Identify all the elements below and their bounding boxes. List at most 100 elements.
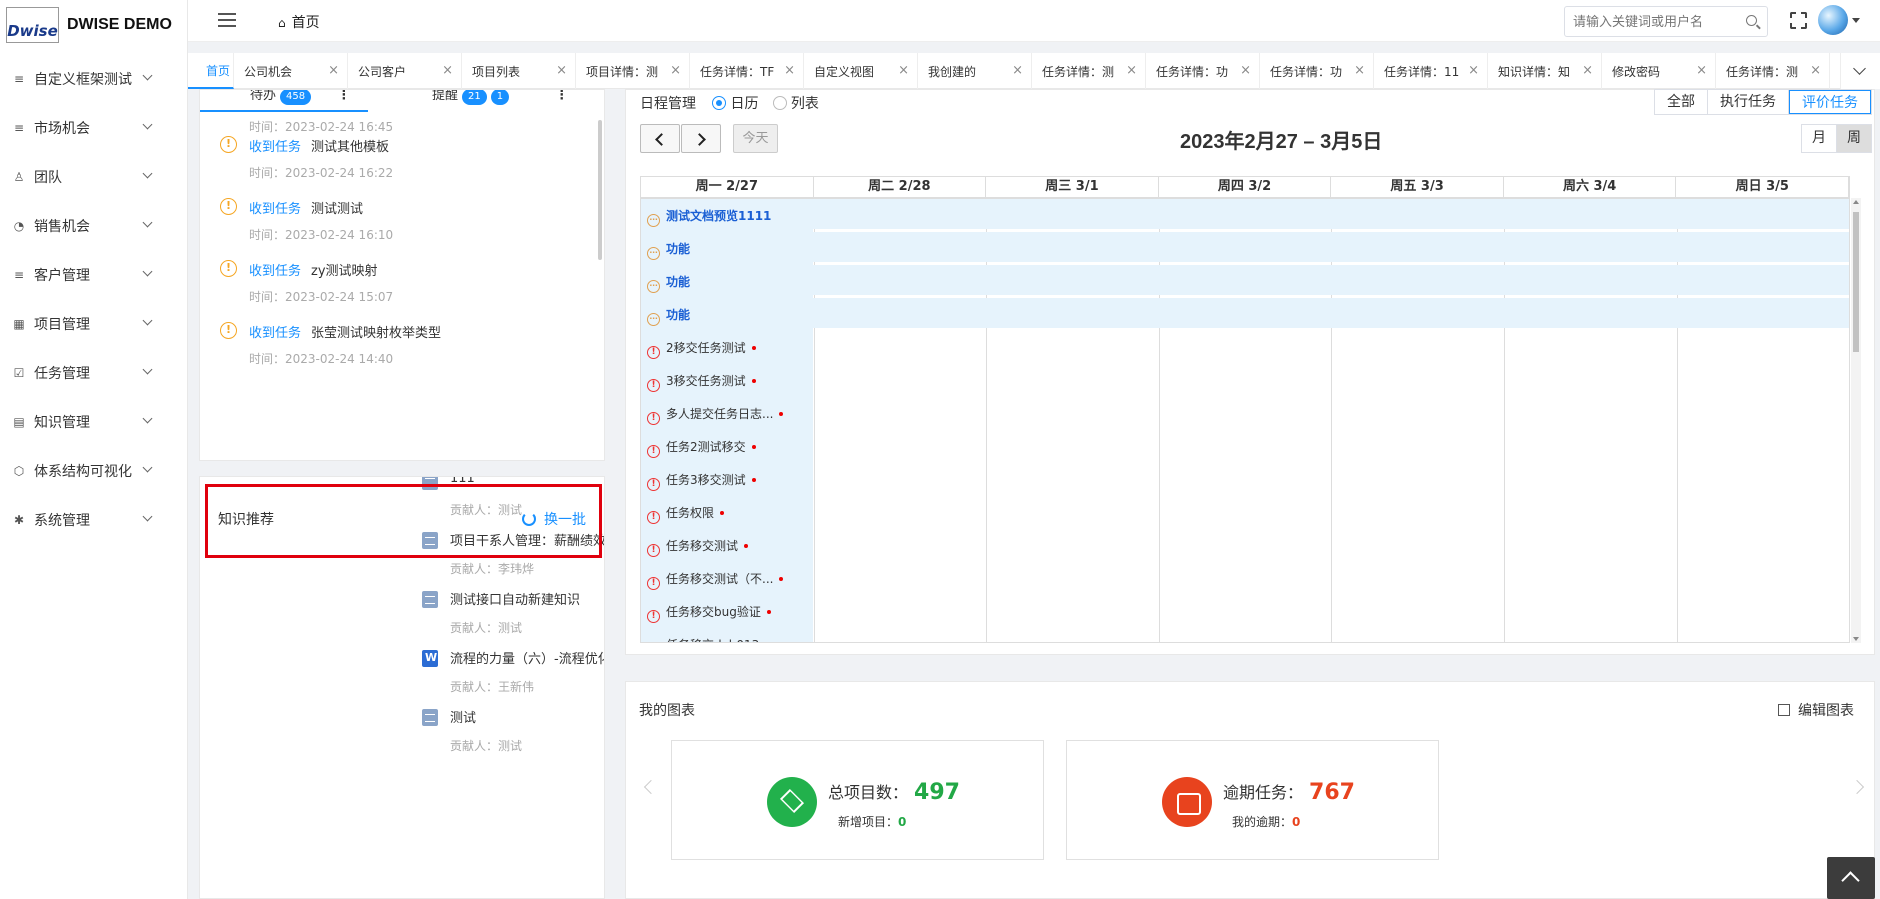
today-button[interactable]: 今天 <box>733 124 778 153</box>
tab[interactable]: 任务详情：测 × <box>1716 53 1830 89</box>
red-dot-icon <box>751 478 756 482</box>
calendar-event[interactable]: ⋯ 功能 <box>647 273 690 293</box>
close-icon[interactable]: × <box>442 63 453 78</box>
sidebar-item[interactable]: ≡ 客户管理 <box>0 250 187 299</box>
tab[interactable]: 首页 <box>188 53 234 89</box>
close-icon[interactable]: × <box>1468 63 1479 78</box>
tab[interactable]: 修改密码 × <box>1602 53 1716 89</box>
stat-total-projects[interactable]: 总项目数： 497 新增项目：0 <box>671 740 1044 860</box>
close-icon[interactable]: × <box>1012 63 1023 78</box>
doc-icon <box>422 709 438 726</box>
calendar-event[interactable]: ⋯ 功能 <box>647 306 690 326</box>
filter-evaluate[interactable]: 评价任务 <box>1789 90 1871 114</box>
scroll-thumb[interactable] <box>1853 212 1859 352</box>
calendar-event[interactable]: ! 任务移交bug验证 <box>647 603 771 623</box>
scroll-down-icon[interactable] <box>1853 637 1859 641</box>
knowledge-item-title[interactable]: 流程的力量（六）-流程优化背后的管理理念 <box>450 648 604 667</box>
edit-chart-button[interactable]: 编辑图表 <box>1778 700 1854 720</box>
tab[interactable]: 项目列表 × <box>462 53 576 89</box>
fullscreen-icon[interactable] <box>1790 12 1807 29</box>
tab-remind[interactable]: 提醒 21 1 ⋮ <box>432 90 568 105</box>
close-icon[interactable]: × <box>1126 63 1137 78</box>
edit-chart-label: 编辑图表 <box>1798 703 1854 719</box>
close-icon[interactable]: × <box>328 63 339 78</box>
scroll-up-icon[interactable] <box>1853 200 1859 204</box>
search-icon[interactable] <box>1746 15 1757 26</box>
calendar-event[interactable]: ! 任务权限 <box>647 504 725 524</box>
filter-all[interactable]: 全部 <box>1655 90 1708 114</box>
tab[interactable]: 公司机会 × <box>234 53 348 89</box>
sidebar-item[interactable]: ≡ 自定义框架测试 <box>0 54 187 103</box>
tab-todo[interactable]: 待办 458 ⋮ <box>250 90 350 105</box>
calendar-event[interactable]: ⋯ 测试文档预览1111 <box>647 207 771 227</box>
tab[interactable]: 项目详情：测 × <box>576 53 690 89</box>
caret-down-icon[interactable] <box>1852 18 1860 23</box>
close-icon[interactable]: × <box>670 63 681 78</box>
todo-kind[interactable]: 收到任务 <box>249 322 301 341</box>
todo-kind[interactable]: 收到任务 <box>249 260 301 279</box>
calendar-event[interactable]: ! 任务移交测试 <box>647 537 749 557</box>
search-input[interactable] <box>1565 7 1725 36</box>
close-icon[interactable]: × <box>784 63 795 78</box>
sidebar-item[interactable]: ▤ 知识管理 <box>0 397 187 446</box>
close-icon[interactable]: × <box>1810 63 1821 78</box>
tab[interactable]: 任务详情：功 × <box>1146 53 1260 89</box>
close-icon[interactable]: × <box>1696 63 1707 78</box>
knowledge-item-title[interactable]: 测试 <box>450 707 476 726</box>
more-icon[interactable]: ⋮ <box>555 90 568 103</box>
scrollbar[interactable] <box>598 120 602 260</box>
tab[interactable]: 任务详情：TF × <box>690 53 804 89</box>
todo-kind[interactable]: 收到任务 <box>249 136 301 155</box>
filter-execute[interactable]: 执行任务 <box>1708 90 1789 114</box>
calendar-scrollbar[interactable] <box>1851 198 1861 643</box>
view-month[interactable]: 月 <box>1802 125 1837 152</box>
sidebar-item[interactable]: ▦ 项目管理 <box>0 299 187 348</box>
tab[interactable]: 任务详情：功 × <box>1260 53 1374 89</box>
back-to-top-button[interactable] <box>1827 857 1875 899</box>
tab[interactable]: 任务详情：测 × <box>1032 53 1146 89</box>
close-icon[interactable]: × <box>1354 63 1365 78</box>
tab[interactable]: 知识详情：知 × <box>1488 53 1602 89</box>
more-icon[interactable]: ⋮ <box>337 90 350 103</box>
knowledge-item-title[interactable]: 测试接口自动新建知识 <box>450 589 580 608</box>
calendar-event[interactable]: ! 多人提交任务日志... <box>647 405 784 425</box>
todo-kind[interactable]: 收到任务 <box>249 198 301 217</box>
menu-toggle-icon[interactable] <box>218 13 236 27</box>
stat-overdue-tasks[interactable]: 逾期任务： 767 我的逾期：0 <box>1066 740 1439 860</box>
tab[interactable]: 自定义视图 × <box>804 53 918 89</box>
close-icon[interactable]: × <box>898 63 909 78</box>
close-icon[interactable]: × <box>1240 63 1251 78</box>
avatar[interactable] <box>1818 5 1848 35</box>
view-week[interactable]: 周 <box>1837 125 1871 152</box>
chevron-down-icon[interactable] <box>1840 53 1880 89</box>
calendar-event[interactable]: ! 任务2测试移交 <box>647 438 756 458</box>
todo-count-badge: 458 <box>280 90 312 105</box>
radio-calendar[interactable]: 日历 <box>712 96 758 112</box>
radio-list[interactable]: 列表 <box>772 96 819 112</box>
calendar-event[interactable]: ⋯ 功能 <box>647 240 690 260</box>
calendar-event[interactable]: ! 任务移交测试（不... <box>647 570 784 590</box>
chart-title: 我的图表 <box>639 703 695 719</box>
sidebar-item[interactable]: ≡ 市场机会 <box>0 103 187 152</box>
sidebar-item[interactable]: ◔ 销售机会 <box>0 201 187 250</box>
logo[interactable]: Dwise DWISE DEMO <box>0 0 187 50</box>
calendar-event[interactable]: ! 3移交任务测试 <box>647 372 756 392</box>
calendar-event[interactable]: ! 2移交任务测试 <box>647 339 756 359</box>
tab[interactable]: 公司客户 × <box>348 53 462 89</box>
sidebar-item[interactable]: ✱ 系统管理 <box>0 495 187 544</box>
close-icon[interactable]: × <box>556 63 567 78</box>
sidebar-item[interactable]: ♙ 团队 <box>0 152 187 201</box>
sidebar-item[interactable]: ⬡ 体系结构可视化 <box>0 446 187 495</box>
close-icon[interactable]: × <box>1582 63 1593 78</box>
sidebar-item[interactable]: ☑ 任务管理 <box>0 348 187 397</box>
tab[interactable]: 我创建的 × <box>918 53 1032 89</box>
refresh-button[interactable]: 换一批 <box>522 509 586 529</box>
breadcrumb-home[interactable]: 首页 <box>292 15 320 31</box>
calendar-event[interactable]: ! 任务3移交测试 <box>647 471 756 491</box>
next-week-button[interactable] <box>681 124 721 153</box>
calendar-event[interactable]: !任务移交dxh013 <box>647 636 769 642</box>
calendar-day-headers: 周一 2/27 周二 2/28 周三 3/1 周四 3/2 周五 3/3 周六 3/4 周日… <box>640 176 1850 198</box>
tab[interactable]: 任务详情：11 × <box>1374 53 1488 89</box>
calendar-label: 日程管理 <box>640 96 696 112</box>
prev-week-button[interactable] <box>640 124 680 153</box>
